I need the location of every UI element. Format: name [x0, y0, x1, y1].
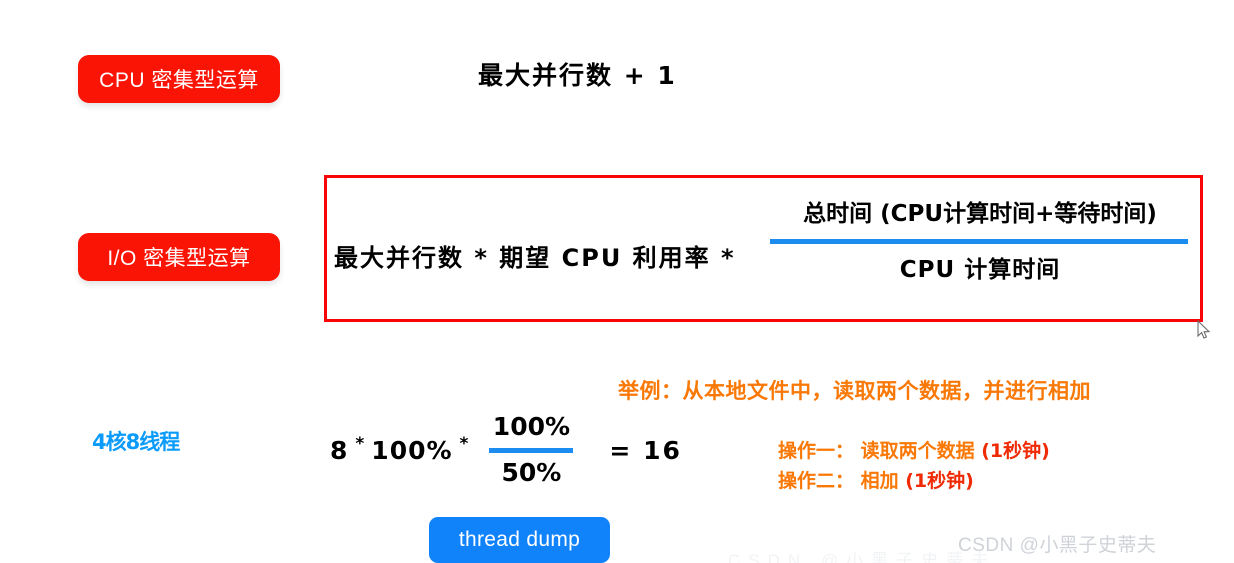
io-fraction-denominator: CPU 计算时间 — [899, 257, 1061, 284]
io-formula-left-term: 最大并行数 * 期望 CPU 利用率 * — [334, 244, 736, 272]
thread-dump-button-label: thread dump — [458, 528, 581, 551]
numeric-star-1: * — [355, 434, 365, 454]
operation-1-label: 操作一： 读取两个数据 — [778, 440, 975, 462]
cpu-intensive-formula: 最大并行数 + 1 — [478, 61, 677, 90]
watermark-csdn: CSDN @小黑子史蒂夫 — [958, 535, 1157, 556]
numeric-star-2: * — [459, 434, 469, 454]
operation-row-2: 操作二： 相加 (1秒钟) — [778, 466, 974, 493]
numeric-example-formula: 8 * 100% * 100% 50% = 16 — [330, 400, 682, 500]
watermark-faint: CSDN @小黑子史蒂夫 — [728, 551, 997, 563]
slide-canvas: CPU 密集型运算 最大并行数 + 1 I/O 密集型运算 最大并行数 * 期望… — [0, 0, 1234, 563]
badge-cpu-intensive[interactable]: CPU 密集型运算 — [78, 55, 280, 103]
badge-io-intensive[interactable]: I/O 密集型运算 — [78, 233, 280, 281]
io-formula-fraction: 总时间 (CPU计算时间+等待时间) CPU 计算时间 — [770, 201, 1190, 284]
operation-row-1: 操作一： 读取两个数据 (1秒钟) — [778, 436, 1050, 463]
numeric-fraction: 100% 50% — [489, 412, 574, 487]
operation-1-duration: (1秒钟) — [981, 440, 1050, 462]
badge-io-intensive-label: I/O 密集型运算 — [107, 247, 251, 270]
io-fraction-bar — [770, 239, 1188, 245]
example-heading: 举例：从本地文件中，读取两个数据，并进行相加 — [618, 379, 1091, 403]
mouse-cursor-icon — [1197, 320, 1211, 339]
cores-threads-label: 4核8线程 — [92, 430, 180, 454]
operation-2-duration: (1秒钟) — [905, 470, 974, 492]
thread-dump-button[interactable]: thread dump — [429, 517, 610, 563]
numeric-first-term: 8 — [330, 435, 349, 465]
numeric-fraction-bar — [489, 447, 574, 453]
numeric-fraction-numerator: 100% — [492, 412, 571, 442]
numeric-result: = 16 — [609, 435, 682, 465]
numeric-fraction-denominator: 50% — [501, 457, 562, 487]
badge-cpu-intensive-label: CPU 密集型运算 — [99, 69, 259, 92]
operation-2-label: 操作二： 相加 — [778, 470, 899, 492]
numeric-second-term: 100% — [371, 435, 453, 465]
io-fraction-numerator: 总时间 (CPU计算时间+等待时间) — [803, 201, 1157, 227]
